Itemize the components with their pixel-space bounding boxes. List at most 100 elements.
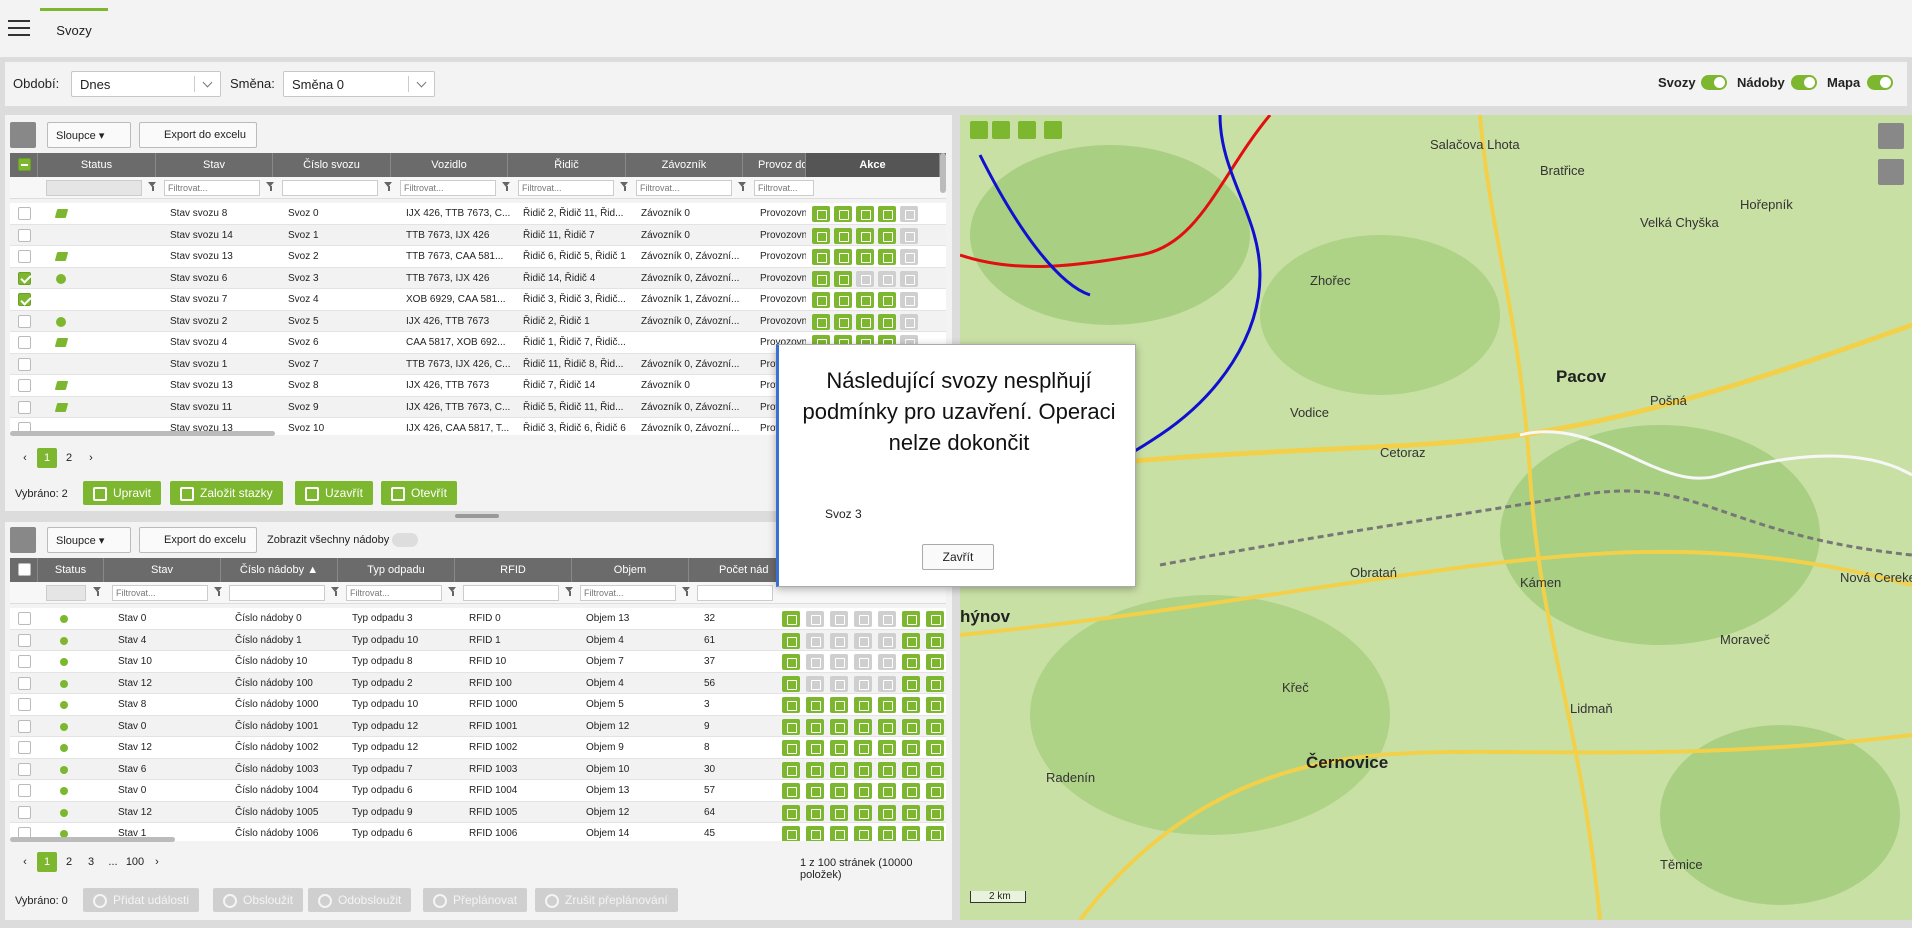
col-vozidlo[interactable]: Vozidlo <box>391 153 508 177</box>
calendar-icon[interactable] <box>854 675 872 692</box>
zoom-in-icon[interactable] <box>970 121 988 139</box>
col-status[interactable]: Status <box>38 558 104 582</box>
upravit-button[interactable]: Upravit <box>83 481 162 505</box>
columns-button[interactable]: Sloupce ▾ <box>47 527 131 553</box>
row-checkbox[interactable] <box>18 250 31 263</box>
row-checkbox[interactable] <box>18 357 31 371</box>
ridic-filter[interactable]: Filtrovat... <box>518 180 614 196</box>
calendar-x-icon[interactable] <box>878 654 896 670</box>
edit-doc-icon[interactable] <box>902 611 920 627</box>
calendar-x-icon[interactable] <box>878 783 896 799</box>
row-checkbox[interactable] <box>18 379 31 392</box>
block-icon[interactable] <box>830 783 848 799</box>
row-checkbox[interactable] <box>18 612 31 625</box>
list-icon[interactable] <box>782 783 800 799</box>
calendar-x-icon[interactable] <box>878 718 896 735</box>
page-2[interactable]: 2 <box>59 448 79 468</box>
list-icon[interactable] <box>834 206 852 222</box>
unlock-icon[interactable] <box>900 206 918 222</box>
toggle-mapa[interactable] <box>1867 75 1893 90</box>
row-checkbox[interactable] <box>18 207 31 220</box>
show-all-toggle[interactable] <box>392 533 418 547</box>
table-row[interactable]: Stav svozu 13 Svoz 2 TTB 7673, CAA 581... Ř… <box>10 246 946 268</box>
pin-icon[interactable] <box>926 611 944 627</box>
pencil-icon[interactable] <box>812 292 830 308</box>
cislo-filter[interactable] <box>229 585 325 601</box>
row-checkbox[interactable] <box>18 698 31 711</box>
pin-icon[interactable] <box>926 632 944 649</box>
page-1[interactable]: 1 <box>37 852 57 872</box>
period-select[interactable]: Dnes <box>71 71 221 97</box>
row-checkbox[interactable] <box>18 336 31 349</box>
filter-icon[interactable] <box>148 182 157 192</box>
filter-icon[interactable] <box>502 182 511 192</box>
col-zavoznik[interactable]: Závozník <box>626 153 743 177</box>
next-page-icon[interactable]: › <box>81 448 101 468</box>
table-row[interactable]: Stav 8 Číslo nádoby 1000 Typ odpadu 10 RFID… <box>10 694 946 716</box>
truck-action-icon[interactable] <box>856 227 874 244</box>
zrusit-preplanovani-button[interactable]: Zrušit přeplánování <box>535 888 678 912</box>
check-icon[interactable] <box>806 761 824 778</box>
truck-action-icon[interactable] <box>856 292 874 308</box>
filter-icon[interactable] <box>738 182 747 192</box>
typ-filter[interactable]: Filtrovat... <box>346 585 442 601</box>
stav-filter[interactable]: Filtrovat... <box>112 585 208 601</box>
pin-icon[interactable] <box>926 718 944 735</box>
pocet-filter[interactable] <box>697 585 773 601</box>
row-checkbox[interactable] <box>18 293 31 306</box>
list-icon[interactable] <box>782 740 800 756</box>
table-row[interactable]: Stav svozu 14 Svoz 1 TTB 7673, IJX 426 Řidi… <box>10 224 946 246</box>
search-map-icon[interactable] <box>1878 159 1904 185</box>
calendar-icon[interactable] <box>854 632 872 649</box>
row-checkbox[interactable] <box>18 633 31 647</box>
splitter-handle[interactable] <box>455 514 499 518</box>
lock-icon[interactable] <box>878 206 896 222</box>
check-icon[interactable] <box>806 783 824 799</box>
calendar-x-icon[interactable] <box>878 675 896 692</box>
objem-filter[interactable]: Filtrovat... <box>580 585 676 601</box>
lock-icon[interactable] <box>878 313 896 330</box>
check-icon[interactable] <box>806 611 824 627</box>
filter-icon[interactable] <box>448 587 457 597</box>
external-link-icon[interactable] <box>1018 121 1036 139</box>
next-page-icon[interactable]: › <box>147 852 167 872</box>
edit-doc-icon[interactable] <box>902 740 920 756</box>
pencil-icon[interactable] <box>812 313 830 330</box>
truck-action-icon[interactable] <box>856 206 874 222</box>
otevrit-button[interactable]: Otevřít <box>381 481 458 505</box>
table-row[interactable]: Stav svozu 6 Svoz 3 TTB 7673, IJX 426 Řidič… <box>10 267 946 289</box>
block-icon[interactable] <box>830 740 848 756</box>
list-icon[interactable] <box>834 227 852 244</box>
block-icon[interactable] <box>830 826 848 841</box>
toggle-svozy[interactable] <box>1701 75 1727 90</box>
edit-doc-icon[interactable] <box>902 804 920 821</box>
prev-page-icon[interactable]: ‹ <box>15 852 35 872</box>
tab-svozy[interactable]: Svozy <box>40 8 108 58</box>
export-button[interactable]: Export do excelu <box>139 527 257 553</box>
edit-doc-icon[interactable] <box>902 632 920 649</box>
table-row[interactable]: Stav 12 Číslo nádoby 1002 Typ odpadu 12 RFI… <box>10 737 946 759</box>
edit-doc-icon[interactable] <box>902 675 920 692</box>
calendar-icon[interactable] <box>854 783 872 799</box>
calendar-icon[interactable] <box>854 761 872 778</box>
filter-icon[interactable] <box>620 182 629 192</box>
block-icon[interactable] <box>830 804 848 821</box>
check-icon[interactable] <box>806 826 824 841</box>
row-checkbox[interactable] <box>18 805 31 819</box>
check-icon[interactable] <box>806 718 824 735</box>
truck-action-icon[interactable] <box>856 313 874 330</box>
row-checkbox[interactable] <box>18 314 31 328</box>
status-filter[interactable] <box>46 585 86 601</box>
select-all-checkbox[interactable] <box>10 558 38 582</box>
pin-icon[interactable] <box>926 675 944 692</box>
col-stav[interactable]: Stav <box>156 153 273 177</box>
col-pocet[interactable]: Počet nád <box>689 558 779 582</box>
calendar-x-icon[interactable] <box>878 740 896 756</box>
scrollbar[interactable] <box>940 153 946 193</box>
col-objem[interactable]: Objem <box>572 558 689 582</box>
lock-icon[interactable] <box>878 249 896 265</box>
truck-action-icon[interactable] <box>856 249 874 265</box>
row-checkbox[interactable] <box>18 676 31 690</box>
table-row[interactable]: Stav 0 Číslo nádoby 1004 Typ odpadu 6 RFID … <box>10 780 946 802</box>
preplanovat-button[interactable]: Přeplánovat <box>423 888 528 912</box>
